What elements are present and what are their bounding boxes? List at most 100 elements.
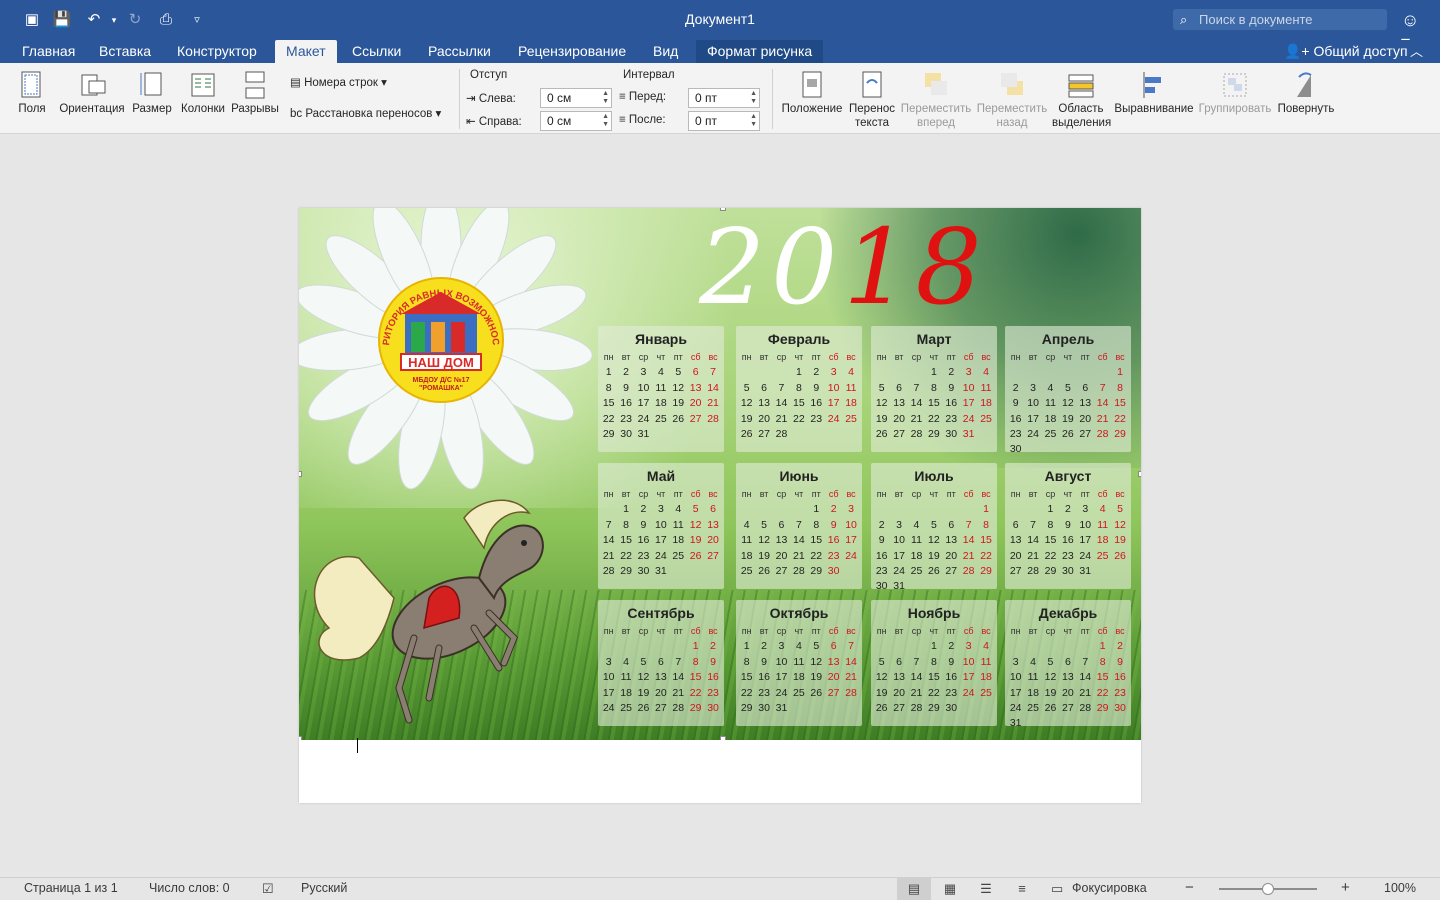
resize-handle[interactable] [720,208,726,211]
day-cell: 14 [707,381,719,394]
group-button[interactable]: Группировать [1196,69,1274,115]
undo-icon[interactable]: ↶ [84,10,104,30]
spacing-after-field[interactable]: 0 пт ▲ ▼ [688,111,760,131]
search-input[interactable]: ⌕ Поиск в документе [1173,9,1387,30]
tab-design[interactable]: Конструктор [166,40,268,63]
print-layout-icon[interactable]: ▤ [897,878,931,900]
margins-button[interactable]: Поля [12,69,52,115]
zoom-out-icon[interactable]: − [1185,879,1194,896]
word-count[interactable]: Число слов: 0 [149,881,230,895]
share-button[interactable]: 👤+ Общий доступ [1284,40,1408,63]
outline-view-icon[interactable]: ☰ [969,878,1003,900]
day-cell: 26 [689,549,702,562]
weekday-label: ср [911,352,922,362]
hyphenation-button[interactable]: bc Расстановка переносов ▾ [290,106,441,120]
spinner-arrows-icon[interactable]: ▲ ▼ [750,90,757,106]
indent-left-field[interactable]: 0 см ▲ ▼ [540,88,612,108]
focus-mode-button[interactable]: Фокусировка [1072,881,1147,895]
save-icon[interactable]: 💾 [52,10,72,30]
day-cell: 12 [810,655,823,668]
calendar-picture[interactable]: НАШ ДОМ МБДОУ Д/С №17 "РОМАШКА" ТЕРРИТОР… [299,208,1141,740]
customize-toolbar-icon[interactable]: ▿ [187,10,207,30]
proofing-icon[interactable]: ☑ [262,881,274,897]
day-cell: 24 [827,412,840,425]
spinner-arrows-icon[interactable]: ▲ ▼ [602,90,609,106]
spacing-before-field[interactable]: 0 пт ▲ ▼ [688,88,760,108]
tab-layout[interactable]: Макет [275,40,337,63]
day-cell: 4 [1030,655,1036,668]
weekday-label: пт [946,352,956,362]
orientation-button[interactable]: Ориентация [59,69,125,115]
align-button[interactable]: Выравнивание [1114,69,1194,115]
zoom-level[interactable]: 100% [1384,881,1416,895]
tab-mailings[interactable]: Рассылки [417,40,502,63]
weekday-label: вс [981,352,991,362]
tab-review[interactable]: Рецензирование [507,40,637,63]
day-cell: 1 [813,503,820,516]
wrap-text-button[interactable]: Перенос текста [846,69,898,129]
position-button[interactable]: Положение [780,69,844,115]
selection-pane-button[interactable]: Область выделения [1052,69,1111,129]
day-cell: 19 [875,686,888,699]
resize-handle[interactable] [720,736,726,740]
day-cell: 26 [810,686,823,699]
weekday-label: чт [929,626,939,636]
week-row: 10 11 12 13 14 15 16 [1007,670,1129,685]
sidebar-toggle-icon[interactable]: ▣ [22,10,42,30]
bring-forward-icon [925,73,947,95]
resize-handle[interactable] [299,471,302,477]
line-numbers-button[interactable]: ▤ Номера строк ▾ [290,75,387,89]
tab-home[interactable]: Главная [11,40,86,63]
undo-dropdown-icon[interactable]: ▾ [104,10,124,30]
tab-view[interactable]: Вид [642,40,689,63]
day-cell: 6 [1082,381,1089,394]
day-cell: 21 [793,549,805,562]
day-cell: 12 [689,518,702,531]
language[interactable]: Русский [301,881,347,895]
focus-icon[interactable]: ▭ [1051,881,1063,897]
size-button[interactable]: Размер [131,69,173,115]
day-cell: 25 [1044,427,1057,440]
day-cell: 2 [813,366,820,379]
month-days-grid: пн вт ср чт пт сб вс 1 2 3 4 5 6 7 8 9 10 11 12 13 14 15 16 17 1… [600,350,722,442]
page-count[interactable]: Страница 1 из 1 [24,881,118,895]
bring-forward-button[interactable]: Переместить вперед [900,69,972,129]
columns-button[interactable]: Колонки [179,69,227,115]
columns-icon [191,73,215,97]
day-cell: 9 [813,381,820,394]
day-cell: 9 [948,381,955,394]
day-cell: 1 [930,366,937,379]
rotate-button[interactable]: Повернуть [1276,69,1336,115]
day-cell: 9 [878,534,885,547]
zoom-in-icon[interactable]: + [1341,879,1350,896]
day-cell: 22 [1114,412,1126,425]
day-cell: 4 [657,366,664,379]
day-cell: 21 [707,397,719,410]
tab-references[interactable]: Ссылки [341,40,412,63]
resize-handle[interactable] [1138,471,1141,477]
spinner-arrows-icon[interactable]: ▲ ▼ [750,113,757,129]
feedback-smiley-icon[interactable]: ☺▾ [1401,9,1423,52]
zoom-slider-thumb[interactable] [1262,883,1274,895]
day-cell: 16 [827,534,840,547]
tab-insert[interactable]: Вставка [88,40,162,63]
indent-right-field[interactable]: 0 см ▲ ▼ [540,111,612,131]
print-icon[interactable]: ⎙ [156,10,176,30]
weekday-label: вт [759,352,769,362]
tab-picture-format[interactable]: Формат рисунка [696,40,824,63]
week-row: 18 19 20 21 22 23 24 [738,549,860,564]
resize-handle[interactable] [299,736,302,740]
spinner-arrows-icon[interactable]: ▲ ▼ [602,113,609,129]
send-backward-button[interactable]: Переместить назад [976,69,1048,129]
day-cell: 11 [1097,518,1109,531]
draft-view-icon[interactable]: ≡ [1005,878,1039,900]
collapse-ribbon-icon[interactable]: ︿ [1410,40,1423,63]
month-block: Ноябрь пн вт ср чт пт сб вс 1 2 3 4 5 6 7 8 9 10 11 12 13 14 1… [871,600,997,726]
breaks-button[interactable]: Разрывы [230,69,280,115]
web-layout-icon[interactable]: ▦ [933,878,967,900]
day-cell: 30 [945,701,958,714]
day-cell: 25 [655,412,667,425]
document-page[interactable]: НАШ ДОМ МБДОУ Д/С №17 "РОМАШКА" ТЕРРИТОР… [299,208,1141,803]
day-cell: 4 [983,366,989,379]
breaks-icon [245,71,265,99]
